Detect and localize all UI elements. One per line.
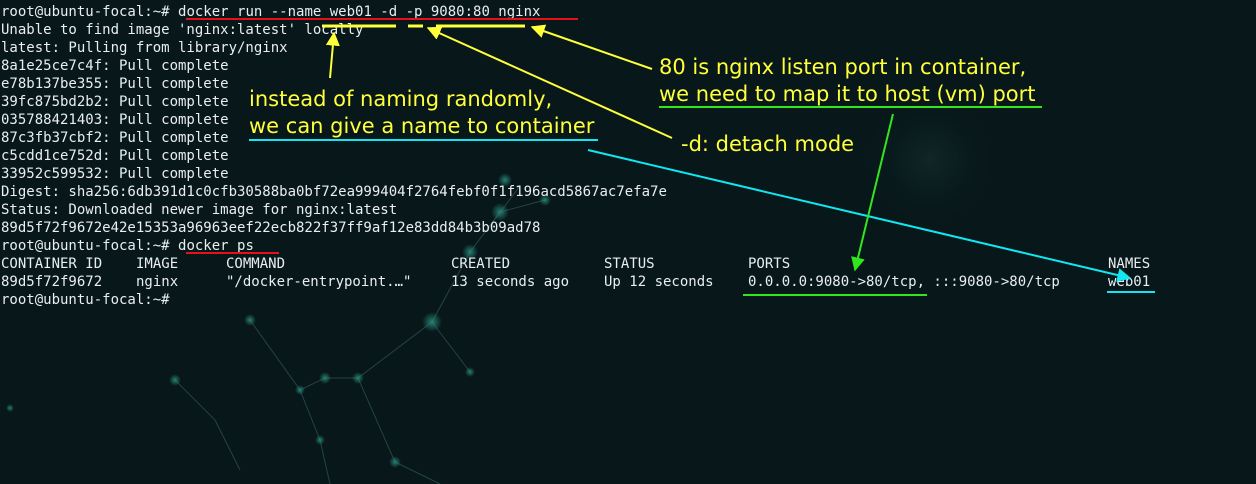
output-line: 39fc875bd2b2: Pull complete (1, 94, 229, 110)
header-container-id: CONTAINER ID (1, 256, 103, 272)
cell-names: web01 (1108, 274, 1151, 290)
annotation-port-line2: we need to map it to host (vm) port (659, 82, 1036, 106)
ps-command-line: root@ubuntu-focal:~# docker ps (1, 237, 254, 255)
output-line: latest: Pulling from library/nginx (1, 40, 288, 56)
cell-container-id: 89d5f72f9672 (1, 274, 103, 290)
output-line: e78b137be355: Pull complete (1, 76, 229, 92)
cell-created: 13 seconds ago (451, 274, 570, 290)
cell-status: Up 12 seconds (604, 274, 714, 290)
output-line: Digest: sha256:6db391d1c0cfb30588ba0bf72… (1, 184, 667, 200)
docker-ps-command: docker ps (178, 238, 254, 254)
header-status: STATUS (604, 256, 655, 272)
ps-data-row: 89d5f72f9672 nginx "/docker-entrypoint.…… (1, 273, 1251, 291)
header-command: COMMAND (226, 256, 286, 272)
header-image: IMAGE (136, 256, 179, 272)
annotation-detach: -d: detach mode (681, 132, 855, 156)
output-line: Status: Downloaded newer image for nginx… (1, 202, 398, 218)
header-ports: PORTS (748, 256, 791, 272)
prompt: root@ubuntu-focal:~# (1, 4, 179, 20)
output-line: Unable to find image 'nginx:latest' loca… (1, 22, 364, 38)
run-command-line: root@ubuntu-focal:~# docker run --name w… (1, 3, 540, 21)
output-line: c5cdd1ce752d: Pull complete (1, 148, 229, 164)
annotation-name-line1: instead of naming randomly, (249, 87, 553, 111)
output-line: 8a1e25ce7c4f: Pull complete (1, 58, 229, 74)
output-line: 33952c599532: Pull complete (1, 166, 229, 182)
final-prompt-line[interactable]: root@ubuntu-focal:~# (1, 291, 178, 309)
prompt: root@ubuntu-focal:~# (1, 238, 179, 254)
cell-ports: 0.0.0.0:9080->80/tcp, :::9080->80/tcp (748, 274, 1060, 290)
cell-command: "/docker-entrypoint.…" (226, 274, 412, 290)
output-line: 035788421403: Pull complete (1, 112, 229, 128)
docker-run-command: docker run --name web01 -d -p 9080:80 ng… (178, 4, 541, 20)
annotation-name-line2: we can give a name to container (249, 114, 595, 138)
ps-header-row: CONTAINER ID IMAGE COMMAND CREATED STATU… (1, 255, 1251, 273)
cell-image: nginx (136, 274, 179, 290)
prompt: root@ubuntu-focal:~# (1, 292, 179, 308)
annotation-port-line1: 80 is nginx listen port in container, (659, 55, 1027, 79)
header-created: CREATED (451, 256, 511, 272)
output-line: 87c3fb37cbf2: Pull complete (1, 130, 229, 146)
output-line: 89d5f72f9672e42e15353a96963eef22ecb822f3… (1, 220, 541, 236)
terminal-window[interactable]: root@ubuntu-focal:~# docker run --name w… (0, 0, 1256, 484)
header-names: NAMES (1108, 256, 1151, 272)
